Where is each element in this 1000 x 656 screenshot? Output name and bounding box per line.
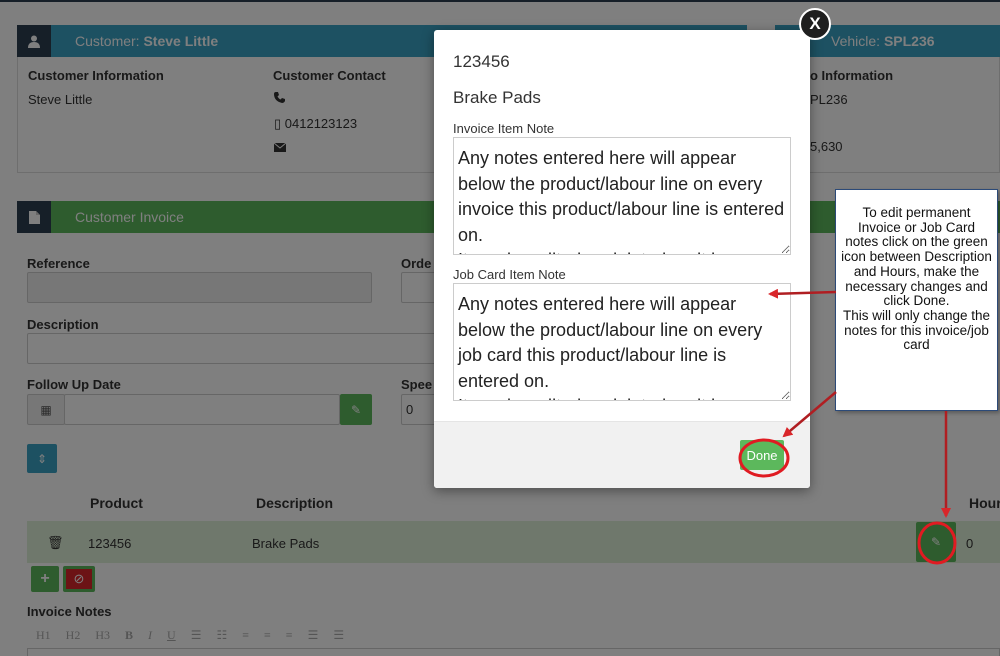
highlight-circle-edit	[917, 521, 957, 565]
arrow-to-job-card-note	[768, 288, 837, 299]
arrow-to-done-button	[782, 391, 837, 438]
highlight-circle-done	[738, 438, 790, 478]
annotation-overlay	[738, 288, 957, 565]
